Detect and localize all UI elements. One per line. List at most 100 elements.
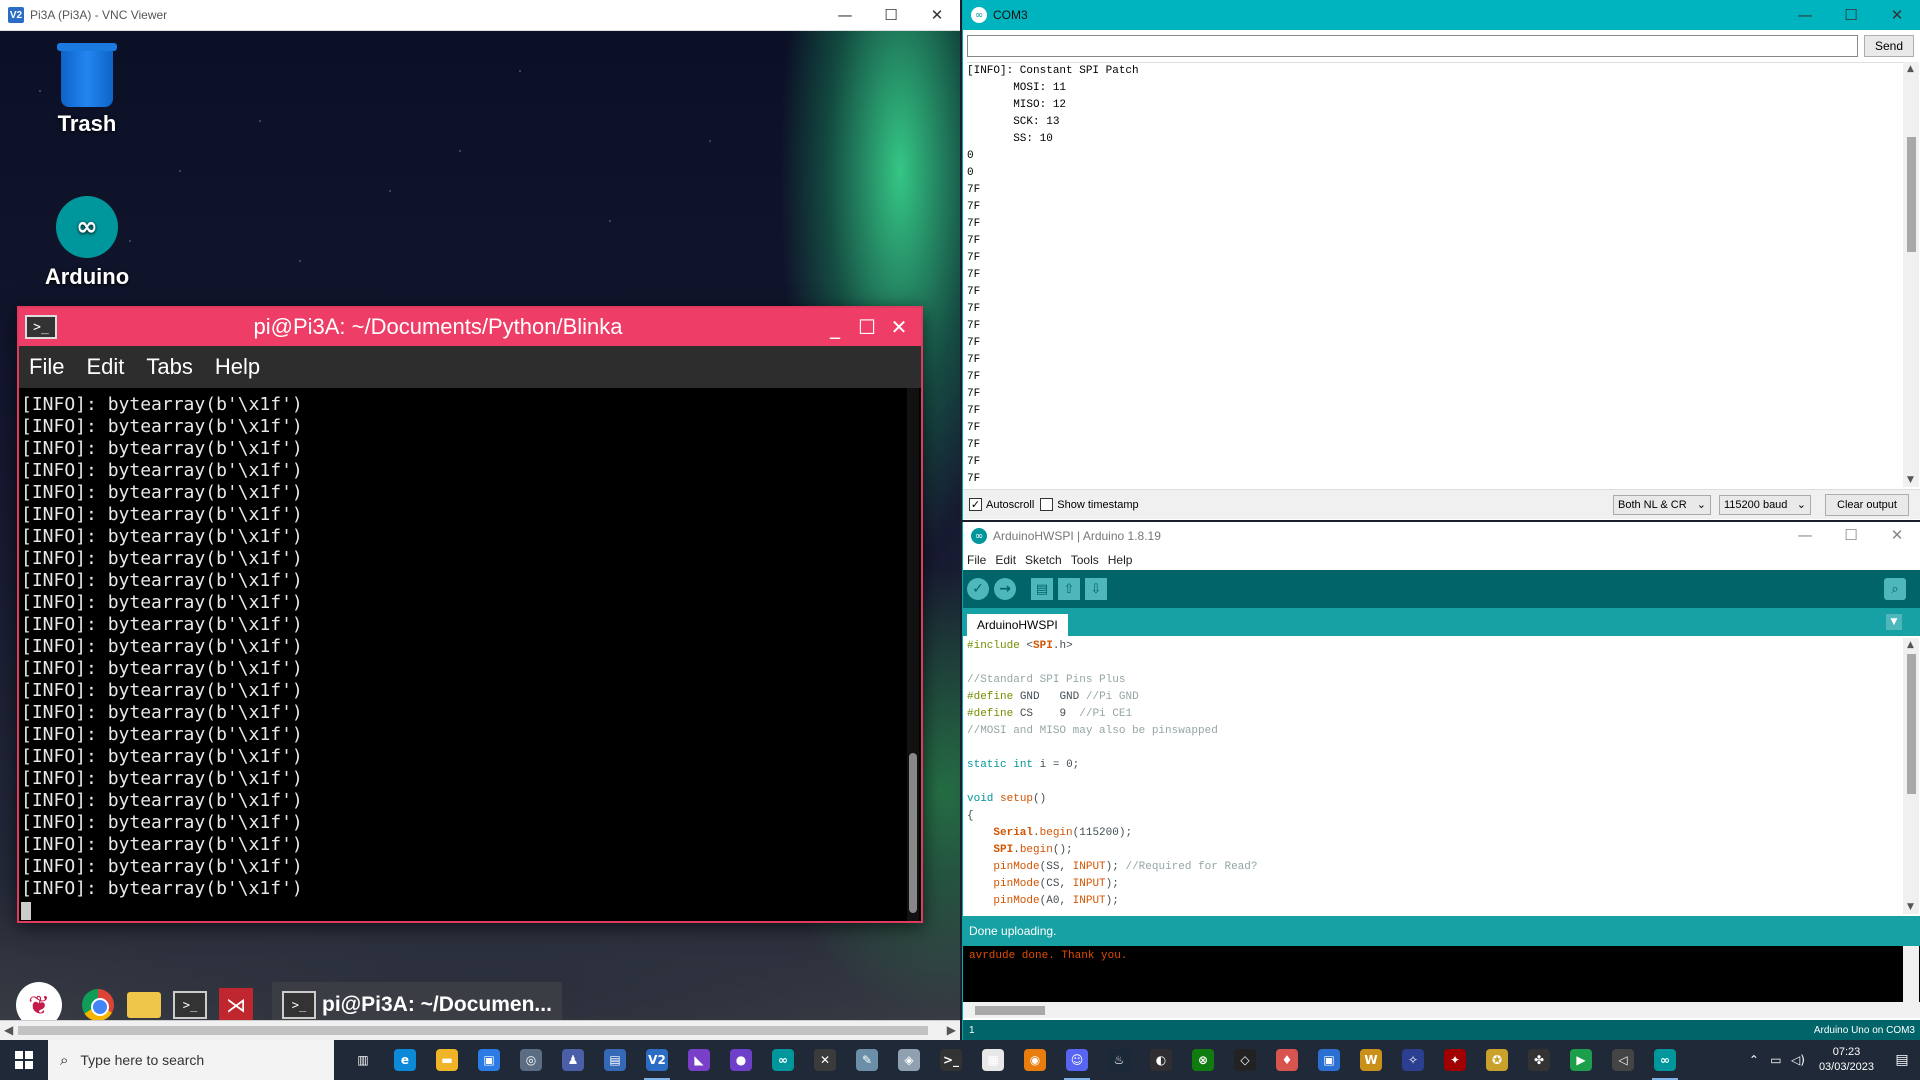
arduino-icon[interactable]: ∞ — [1644, 1040, 1686, 1080]
notification-icon[interactable]: ▤ — [1884, 1052, 1920, 1068]
obs-icon[interactable]: ◐ — [1140, 1040, 1182, 1080]
chevron-up-icon[interactable]: ⌃ — [1743, 1053, 1765, 1067]
raspberry-menu-icon[interactable]: ❦ — [16, 982, 62, 1020]
xbox-icon[interactable]: ⊗ — [1182, 1040, 1224, 1080]
edge-icon[interactable]: e — [384, 1040, 426, 1080]
terminal-titlebar[interactable]: >_ pi@Pi3A: ~/Documents/Python/Blinka _ … — [19, 308, 921, 346]
code-editor[interactable]: #include <SPI.h> //Standard SPI Pins Plus… — [967, 638, 1899, 914]
start-button[interactable] — [0, 1040, 48, 1080]
menu-file[interactable]: File — [29, 354, 64, 380]
app-icon[interactable]: ◈ — [888, 1040, 930, 1080]
serial-output[interactable]: [INFO]: Constant SPI Patch MOSI: 11 MISO… — [967, 62, 1904, 487]
menu-file[interactable]: File — [967, 553, 986, 567]
scrollbar-thumb[interactable] — [1907, 654, 1916, 794]
maximize-button[interactable]: ☐ — [868, 0, 914, 31]
app-icon[interactable]: ✪ — [1476, 1040, 1518, 1080]
ide-console[interactable]: avrdude done. Thank you. — [963, 946, 1920, 1002]
scrollbar-thumb[interactable] — [975, 1006, 1045, 1015]
store-icon[interactable]: ▣ — [468, 1040, 510, 1080]
editor-scrollbar[interactable]: ▲ ▼ — [1903, 638, 1919, 914]
serial-send-input[interactable] — [967, 35, 1858, 57]
minimize-button[interactable]: — — [1782, 0, 1828, 31]
unity-icon[interactable]: ◇ — [1224, 1040, 1266, 1080]
checkbox-box[interactable]: ✓ — [969, 498, 982, 511]
minimize-button[interactable]: — — [1782, 521, 1828, 549]
checkbox-box[interactable] — [1040, 498, 1054, 511]
app-icon[interactable]: ▶ — [1560, 1040, 1602, 1080]
vnc-viewer-icon[interactable]: V2 — [636, 1040, 678, 1080]
line-ending-select[interactable]: Both NL & CR ⌄ — [1613, 494, 1711, 515]
vnc-titlebar[interactable]: V2 Pi3A (Pi3A) - VNC Viewer — ☐ ✕ — [0, 0, 960, 31]
terminal-icon[interactable]: >_ — [168, 983, 212, 1020]
upload-button[interactable]: → — [994, 578, 1016, 600]
network-icon[interactable]: ▭ — [1765, 1053, 1787, 1067]
taskbar-task-terminal[interactable]: >_ pi@Pi3A: ~/Documen... — [272, 982, 562, 1020]
maximize-button[interactable]: ☐ — [851, 315, 883, 339]
app-icon[interactable]: ✕ — [804, 1040, 846, 1080]
desktop-icon-arduino[interactable]: ∞ Arduino — [32, 196, 142, 290]
serial-scrollbar[interactable]: ▲ ▼ — [1903, 62, 1919, 487]
scroll-right-icon[interactable]: ▶ — [947, 1023, 956, 1037]
new-sketch-button[interactable]: ▤ — [1031, 578, 1053, 600]
menu-tabs[interactable]: Tabs — [146, 354, 192, 380]
scrollbar-thumb[interactable] — [1907, 137, 1916, 252]
show-timestamp-checkbox[interactable]: Show timestamp — [1040, 498, 1139, 511]
chromium-icon[interactable] — [76, 983, 120, 1020]
unity-hub-icon[interactable]: ◁ — [1602, 1040, 1644, 1080]
menu-sketch[interactable]: Sketch — [1025, 553, 1062, 567]
blender-icon[interactable]: ◉ — [1014, 1040, 1056, 1080]
vnc-horizontal-scrollbar[interactable]: ◀ ▶ — [0, 1020, 960, 1040]
file-manager-icon[interactable] — [122, 983, 166, 1020]
desktop-icon-trash[interactable]: Trash — [32, 43, 142, 137]
close-button[interactable]: ✕ — [1874, 521, 1920, 549]
menu-edit[interactable]: Edit — [995, 553, 1016, 567]
send-button[interactable]: Send — [1864, 35, 1914, 57]
close-button[interactable]: ✕ — [883, 315, 915, 339]
warcraft-icon[interactable]: W — [1350, 1040, 1392, 1080]
console-scrollbar[interactable] — [1903, 946, 1919, 1002]
maximize-button[interactable]: ☐ — [1828, 0, 1874, 31]
menu-edit[interactable]: Edit — [86, 354, 124, 380]
serial-monitor-button[interactable]: ⌕ — [1884, 578, 1906, 600]
menu-help[interactable]: Help — [1108, 553, 1133, 567]
app-icon[interactable]: ✤ — [1518, 1040, 1560, 1080]
scrollbar-thumb[interactable] — [18, 1026, 928, 1035]
taskbar-search[interactable]: ⌕ Type here to search — [48, 1040, 334, 1080]
app-icon[interactable]: ▣ — [1308, 1040, 1350, 1080]
arduino-icon[interactable]: ∞ — [762, 1040, 804, 1080]
scroll-up-icon[interactable]: ▲ — [1907, 640, 1914, 650]
app-icon[interactable]: ✎ — [846, 1040, 888, 1080]
volume-icon[interactable]: ◁) — [1787, 1053, 1809, 1067]
terminal-output[interactable]: [INFO]: bytearray(b'\x1f') [INFO]: bytear… — [19, 388, 921, 921]
clear-output-button[interactable]: Clear output — [1825, 493, 1909, 516]
minimize-button[interactable]: — — [822, 0, 868, 31]
steam-icon[interactable]: ♨ — [1098, 1040, 1140, 1080]
app-icon[interactable]: ✦ — [1434, 1040, 1476, 1080]
github-desktop-icon[interactable]: ● — [720, 1040, 762, 1080]
ide-titlebar[interactable]: ∞ ArduinoHWSPI | Arduino 1.8.19 — ☐ ✕ — [963, 522, 1920, 550]
autoscroll-checkbox[interactable]: ✓ Autoscroll — [969, 498, 1034, 511]
geany-icon[interactable]: ⋊ — [214, 983, 258, 1020]
terminal-icon[interactable]: >_ — [930, 1040, 972, 1080]
console-horizontal-scrollbar[interactable] — [963, 1002, 1920, 1018]
app-icon[interactable]: ♟ — [552, 1040, 594, 1080]
open-sketch-button[interactable]: ⇧ — [1058, 578, 1080, 600]
scroll-down-icon[interactable]: ▼ — [1907, 902, 1914, 912]
visual-studio-icon[interactable]: ◣ — [678, 1040, 720, 1080]
task-view-icon[interactable]: ▥ — [342, 1040, 384, 1080]
maximize-button[interactable]: ☐ — [1828, 521, 1874, 549]
minimize-button[interactable]: _ — [819, 315, 851, 339]
tab-menu-icon[interactable]: ▼ — [1886, 614, 1902, 630]
scroll-down-icon[interactable]: ▼ — [1907, 475, 1914, 485]
menu-tools[interactable]: Tools — [1071, 553, 1099, 567]
app-icon[interactable]: ♦ — [1266, 1040, 1308, 1080]
app-icon[interactable]: ✧ — [1392, 1040, 1434, 1080]
app-icon[interactable]: ▦ — [972, 1040, 1014, 1080]
save-sketch-button[interactable]: ⇩ — [1085, 578, 1107, 600]
close-button[interactable]: ✕ — [914, 0, 960, 31]
app-icon[interactable]: ▤ — [594, 1040, 636, 1080]
menu-help[interactable]: Help — [215, 354, 260, 380]
close-button[interactable]: ✕ — [1874, 0, 1920, 31]
baud-rate-select[interactable]: 115200 baud ⌄ — [1719, 494, 1811, 515]
terminal-scrollbar[interactable] — [907, 388, 919, 921]
